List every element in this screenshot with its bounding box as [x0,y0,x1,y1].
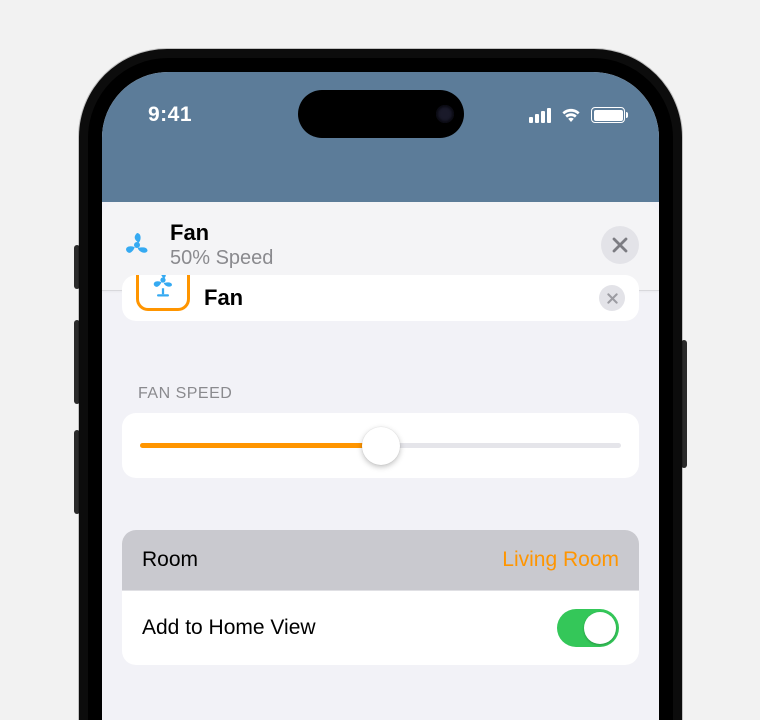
fan-icon [122,230,152,260]
wifi-icon [560,107,582,123]
close-icon [607,293,618,304]
accessory-sheet: Fan 50% Speed [102,202,659,720]
home-view-row: Add to Home View [122,590,639,665]
room-value: Living Room [502,548,619,572]
room-label: Room [142,548,198,572]
slider-thumb[interactable] [362,427,400,465]
tile-label: Fan [204,285,585,311]
phone-frame: 9:41 [79,49,682,720]
close-button[interactable] [601,226,639,264]
accessory-status: 50% Speed [170,247,583,270]
screen: 9:41 [102,72,659,720]
fan-icon [136,275,190,311]
status-time: 9:41 [148,103,192,127]
dynamic-island [298,90,464,138]
remove-tile-button[interactable] [599,285,625,311]
room-row[interactable]: Room Living Room [122,530,639,590]
accessory-tile[interactable]: Fan [122,275,639,321]
close-icon [612,237,628,253]
fan-speed-label: FAN SPEED [138,385,639,403]
accessory-title: Fan [170,220,583,246]
battery-icon [591,107,625,123]
fan-speed-slider[interactable] [122,413,639,478]
home-view-toggle[interactable] [557,609,619,647]
home-view-label: Add to Home View [142,616,316,640]
settings-list: Room Living Room Add to Home View [122,530,639,665]
cellular-icon [529,107,551,123]
